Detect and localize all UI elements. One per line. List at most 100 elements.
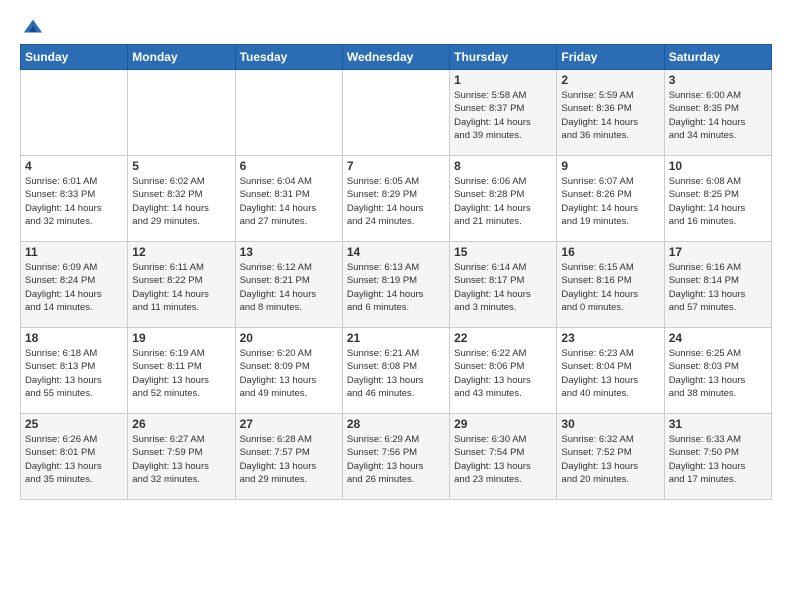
- day-info: Sunrise: 6:09 AM Sunset: 8:24 PM Dayligh…: [25, 261, 123, 314]
- calendar-cell: 29 Sunrise: 6:30 AM Sunset: 7:54 PM Dayli…: [450, 414, 557, 500]
- day-number: 26: [132, 417, 230, 431]
- day-number: 19: [132, 331, 230, 345]
- calendar-cell: 17 Sunrise: 6:16 AM Sunset: 8:14 PM Dayli…: [664, 242, 771, 328]
- day-number: 16: [561, 245, 659, 259]
- day-info: Sunrise: 6:25 AM Sunset: 8:03 PM Dayligh…: [669, 347, 767, 400]
- calendar-week-row: 4 Sunrise: 6:01 AM Sunset: 8:33 PM Daylig…: [21, 156, 772, 242]
- weekday-header: Friday: [557, 45, 664, 70]
- day-info: Sunrise: 6:12 AM Sunset: 8:21 PM Dayligh…: [240, 261, 338, 314]
- logo-icon: [22, 16, 44, 38]
- day-number: 30: [561, 417, 659, 431]
- day-info: Sunrise: 6:33 AM Sunset: 7:50 PM Dayligh…: [669, 433, 767, 486]
- calendar-cell: 26 Sunrise: 6:27 AM Sunset: 7:59 PM Dayli…: [128, 414, 235, 500]
- weekday-header-row: SundayMondayTuesdayWednesdayThursdayFrid…: [21, 45, 772, 70]
- day-number: 2: [561, 73, 659, 87]
- weekday-header: Saturday: [664, 45, 771, 70]
- day-number: 21: [347, 331, 445, 345]
- day-number: 29: [454, 417, 552, 431]
- day-number: 11: [25, 245, 123, 259]
- day-info: Sunrise: 6:13 AM Sunset: 8:19 PM Dayligh…: [347, 261, 445, 314]
- day-info: Sunrise: 6:05 AM Sunset: 8:29 PM Dayligh…: [347, 175, 445, 228]
- day-info: Sunrise: 6:07 AM Sunset: 8:26 PM Dayligh…: [561, 175, 659, 228]
- day-number: 4: [25, 159, 123, 173]
- logo-text: [20, 16, 44, 38]
- day-info: Sunrise: 6:28 AM Sunset: 7:57 PM Dayligh…: [240, 433, 338, 486]
- day-info: Sunrise: 6:32 AM Sunset: 7:52 PM Dayligh…: [561, 433, 659, 486]
- calendar-cell: 20Sunrise: 6:20 AM Sunset: 8:09 PM Dayli…: [235, 328, 342, 414]
- calendar-cell: 27 Sunrise: 6:28 AM Sunset: 7:57 PM Dayli…: [235, 414, 342, 500]
- day-number: 10: [669, 159, 767, 173]
- day-number: 24: [669, 331, 767, 345]
- day-number: 17: [669, 245, 767, 259]
- calendar-cell: [235, 70, 342, 156]
- calendar-cell: 7Sunrise: 6:05 AM Sunset: 8:29 PM Daylig…: [342, 156, 449, 242]
- day-info: Sunrise: 6:22 AM Sunset: 8:06 PM Dayligh…: [454, 347, 552, 400]
- calendar-cell: 6 Sunrise: 6:04 AM Sunset: 8:31 PM Daylig…: [235, 156, 342, 242]
- day-number: 6: [240, 159, 338, 173]
- day-number: 3: [669, 73, 767, 87]
- page: SundayMondayTuesdayWednesdayThursdayFrid…: [0, 0, 792, 612]
- day-info: Sunrise: 6:29 AM Sunset: 7:56 PM Dayligh…: [347, 433, 445, 486]
- day-number: 8: [454, 159, 552, 173]
- calendar-cell: [342, 70, 449, 156]
- day-info: Sunrise: 6:15 AM Sunset: 8:16 PM Dayligh…: [561, 261, 659, 314]
- day-info: Sunrise: 6:11 AM Sunset: 8:22 PM Dayligh…: [132, 261, 230, 314]
- day-info: Sunrise: 5:59 AM Sunset: 8:36 PM Dayligh…: [561, 89, 659, 142]
- calendar: SundayMondayTuesdayWednesdayThursdayFrid…: [20, 44, 772, 500]
- day-info: Sunrise: 6:08 AM Sunset: 8:25 PM Dayligh…: [669, 175, 767, 228]
- day-number: 15: [454, 245, 552, 259]
- day-info: Sunrise: 6:26 AM Sunset: 8:01 PM Dayligh…: [25, 433, 123, 486]
- day-number: 14: [347, 245, 445, 259]
- calendar-cell: 3 Sunrise: 6:00 AM Sunset: 8:35 PM Daylig…: [664, 70, 771, 156]
- day-number: 18: [25, 331, 123, 345]
- calendar-cell: 31 Sunrise: 6:33 AM Sunset: 7:50 PM Dayli…: [664, 414, 771, 500]
- day-info: Sunrise: 6:19 AM Sunset: 8:11 PM Dayligh…: [132, 347, 230, 400]
- day-number: 27: [240, 417, 338, 431]
- weekday-header: Thursday: [450, 45, 557, 70]
- day-info: Sunrise: 6:21 AM Sunset: 8:08 PM Dayligh…: [347, 347, 445, 400]
- calendar-cell: 1 Sunrise: 5:58 AM Sunset: 8:37 PM Daylig…: [450, 70, 557, 156]
- day-info: Sunrise: 5:58 AM Sunset: 8:37 PM Dayligh…: [454, 89, 552, 142]
- calendar-cell: 13 Sunrise: 6:12 AM Sunset: 8:21 PM Dayli…: [235, 242, 342, 328]
- day-number: 9: [561, 159, 659, 173]
- day-number: 12: [132, 245, 230, 259]
- calendar-cell: 10 Sunrise: 6:08 AM Sunset: 8:25 PM Dayli…: [664, 156, 771, 242]
- calendar-cell: 8Sunrise: 6:06 AM Sunset: 8:28 PM Daylig…: [450, 156, 557, 242]
- day-number: 31: [669, 417, 767, 431]
- calendar-cell: 30 Sunrise: 6:32 AM Sunset: 7:52 PM Dayli…: [557, 414, 664, 500]
- day-info: Sunrise: 6:16 AM Sunset: 8:14 PM Dayligh…: [669, 261, 767, 314]
- header-area: [20, 16, 772, 38]
- day-number: 22: [454, 331, 552, 345]
- weekday-header: Tuesday: [235, 45, 342, 70]
- calendar-cell: 5 Sunrise: 6:02 AM Sunset: 8:32 PM Daylig…: [128, 156, 235, 242]
- calendar-cell: [128, 70, 235, 156]
- calendar-cell: 19 Sunrise: 6:19 AM Sunset: 8:11 PM Dayli…: [128, 328, 235, 414]
- day-info: Sunrise: 6:04 AM Sunset: 8:31 PM Dayligh…: [240, 175, 338, 228]
- calendar-week-row: 11 Sunrise: 6:09 AM Sunset: 8:24 PM Dayli…: [21, 242, 772, 328]
- day-info: Sunrise: 6:14 AM Sunset: 8:17 PM Dayligh…: [454, 261, 552, 314]
- calendar-cell: 16 Sunrise: 6:15 AM Sunset: 8:16 PM Dayli…: [557, 242, 664, 328]
- calendar-cell: 18 Sunrise: 6:18 AM Sunset: 8:13 PM Dayli…: [21, 328, 128, 414]
- calendar-cell: 14 Sunrise: 6:13 AM Sunset: 8:19 PM Dayli…: [342, 242, 449, 328]
- day-number: 13: [240, 245, 338, 259]
- calendar-week-row: 18 Sunrise: 6:18 AM Sunset: 8:13 PM Dayli…: [21, 328, 772, 414]
- day-number: 25: [25, 417, 123, 431]
- day-number: 5: [132, 159, 230, 173]
- day-info: Sunrise: 6:23 AM Sunset: 8:04 PM Dayligh…: [561, 347, 659, 400]
- calendar-week-row: 25 Sunrise: 6:26 AM Sunset: 8:01 PM Dayli…: [21, 414, 772, 500]
- day-info: Sunrise: 6:01 AM Sunset: 8:33 PM Dayligh…: [25, 175, 123, 228]
- day-info: Sunrise: 6:18 AM Sunset: 8:13 PM Dayligh…: [25, 347, 123, 400]
- calendar-cell: 22 Sunrise: 6:22 AM Sunset: 8:06 PM Dayli…: [450, 328, 557, 414]
- calendar-cell: 24 Sunrise: 6:25 AM Sunset: 8:03 PM Dayli…: [664, 328, 771, 414]
- calendar-cell: 9 Sunrise: 6:07 AM Sunset: 8:26 PM Daylig…: [557, 156, 664, 242]
- calendar-week-row: 1 Sunrise: 5:58 AM Sunset: 8:37 PM Daylig…: [21, 70, 772, 156]
- day-info: Sunrise: 6:02 AM Sunset: 8:32 PM Dayligh…: [132, 175, 230, 228]
- day-info: Sunrise: 6:27 AM Sunset: 7:59 PM Dayligh…: [132, 433, 230, 486]
- calendar-cell: 28Sunrise: 6:29 AM Sunset: 7:56 PM Dayli…: [342, 414, 449, 500]
- calendar-cell: 12 Sunrise: 6:11 AM Sunset: 8:22 PM Dayli…: [128, 242, 235, 328]
- calendar-cell: 2 Sunrise: 5:59 AM Sunset: 8:36 PM Daylig…: [557, 70, 664, 156]
- day-info: Sunrise: 6:30 AM Sunset: 7:54 PM Dayligh…: [454, 433, 552, 486]
- day-info: Sunrise: 6:00 AM Sunset: 8:35 PM Dayligh…: [669, 89, 767, 142]
- day-number: 1: [454, 73, 552, 87]
- calendar-cell: [21, 70, 128, 156]
